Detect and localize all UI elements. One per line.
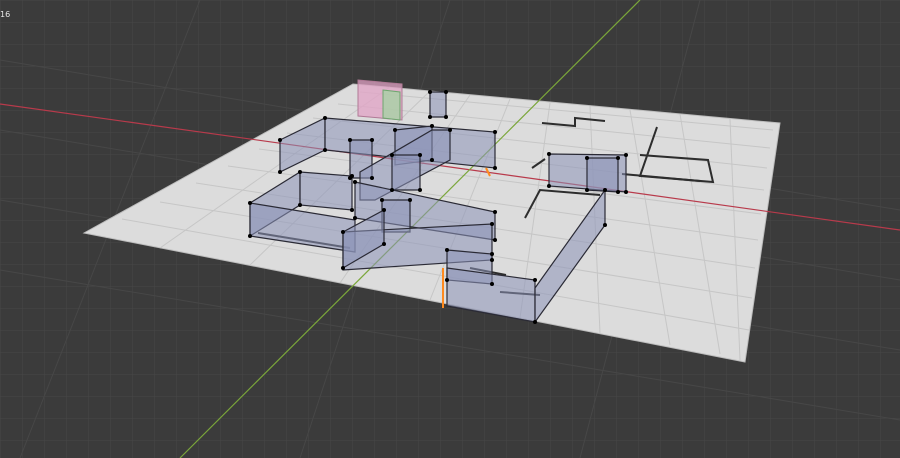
viewport-info-text: 16 — [0, 10, 11, 19]
viewport-canvas[interactable] — [0, 0, 900, 458]
3d-viewport[interactable]: 16 — [0, 0, 900, 458]
green-plane[interactable] — [382, 89, 401, 121]
